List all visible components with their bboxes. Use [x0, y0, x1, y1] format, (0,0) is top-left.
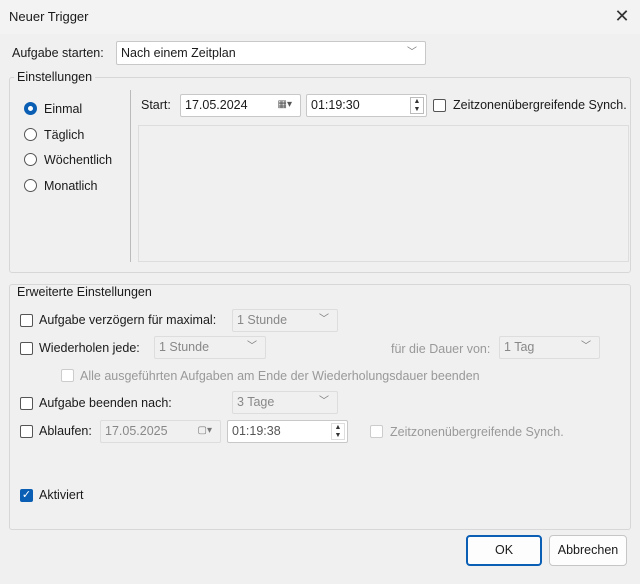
- duration-value: 1 Tag: [504, 340, 535, 354]
- repeat-select[interactable]: 1 Stunde ﹀: [154, 336, 266, 359]
- duration-label: für die Dauer von:: [391, 342, 491, 356]
- sync-checkbox[interactable]: [433, 99, 446, 112]
- window-title: Neuer Trigger: [9, 9, 89, 24]
- expire-label: Ablaufen:: [39, 424, 92, 438]
- settings-title: Einstellungen: [14, 70, 96, 84]
- chevron-down-icon: ﹀: [407, 47, 417, 58]
- repeat-value: 1 Stunde: [159, 340, 210, 354]
- start-task-value: Nach einem Zeitplan: [121, 46, 236, 60]
- enabled-checkbox[interactable]: ✓: [20, 489, 33, 502]
- end-after-label: Aufgabe beenden nach:: [39, 396, 172, 410]
- end-after-checkbox[interactable]: [20, 397, 33, 410]
- radio-once[interactable]: [24, 102, 37, 115]
- calendar-icon[interactable]: ▦▾: [278, 95, 292, 115]
- radio-monthly[interactable]: [24, 179, 37, 192]
- expire-time-input[interactable]: 01:19:38 ▲ ▼: [227, 420, 348, 443]
- spinner-icon[interactable]: ▲ ▼: [331, 423, 345, 440]
- start-label: Start:: [141, 98, 171, 112]
- stop-all-label: Alle ausgeführten Aufgaben am Ende der W…: [80, 369, 480, 383]
- expire-sync-label: Zeitzonenübergreifende Synch.: [390, 425, 564, 439]
- start-date-picker[interactable]: 17.05.2024 ▦▾: [180, 94, 301, 117]
- expire-sync-checkbox[interactable]: [370, 425, 383, 438]
- title-bar: [0, 0, 640, 34]
- radio-weekly-label[interactable]: Wöchentlich: [44, 153, 112, 167]
- start-time-input[interactable]: 01:19:30 ▲ ▼: [306, 94, 427, 117]
- start-time-value: 01:19:30: [311, 98, 360, 112]
- calendar-icon[interactable]: ▢▾: [198, 421, 212, 441]
- cancel-button[interactable]: Abbrechen: [549, 535, 627, 566]
- delay-value: 1 Stunde: [237, 313, 288, 327]
- advanced-title: Erweiterte Einstellungen: [17, 285, 152, 299]
- sync-label: Zeitzonenübergreifende Synch.: [453, 98, 627, 112]
- start-date-value: 17.05.2024: [185, 98, 248, 112]
- repeat-checkbox[interactable]: [20, 342, 33, 355]
- enabled-label: Aktiviert: [39, 488, 84, 502]
- radio-once-label[interactable]: Einmal: [44, 102, 82, 116]
- expire-checkbox[interactable]: [20, 425, 33, 438]
- radio-daily[interactable]: [24, 128, 37, 141]
- end-after-select[interactable]: 3 Tage ﹀: [232, 391, 338, 414]
- delay-select[interactable]: 1 Stunde ﹀: [232, 309, 338, 332]
- stop-all-checkbox[interactable]: [61, 369, 74, 382]
- schedule-detail-panel: [138, 125, 629, 262]
- expire-date-picker[interactable]: 17.05.2025 ▢▾: [100, 420, 221, 443]
- expire-date-value: 17.05.2025: [105, 424, 168, 438]
- delay-label: Aufgabe verzögern für maximal:: [39, 313, 217, 327]
- duration-select[interactable]: 1 Tag ﹀: [499, 336, 600, 359]
- expire-time-value: 01:19:38: [232, 424, 281, 438]
- divider: [130, 90, 131, 262]
- delay-checkbox[interactable]: [20, 314, 33, 327]
- repeat-label: Wiederholen jede:: [39, 341, 140, 355]
- ok-button[interactable]: OK: [466, 535, 542, 566]
- end-after-value: 3 Tage: [237, 395, 275, 409]
- start-task-select[interactable]: Nach einem Zeitplan ﹀: [116, 41, 426, 65]
- close-icon[interactable]: ✕: [612, 6, 632, 26]
- radio-daily-label[interactable]: Täglich: [44, 128, 84, 142]
- start-task-label: Aufgabe starten:: [12, 46, 104, 60]
- radio-weekly[interactable]: [24, 153, 37, 166]
- spinner-icon[interactable]: ▲ ▼: [410, 97, 424, 114]
- radio-monthly-label[interactable]: Monatlich: [44, 179, 98, 193]
